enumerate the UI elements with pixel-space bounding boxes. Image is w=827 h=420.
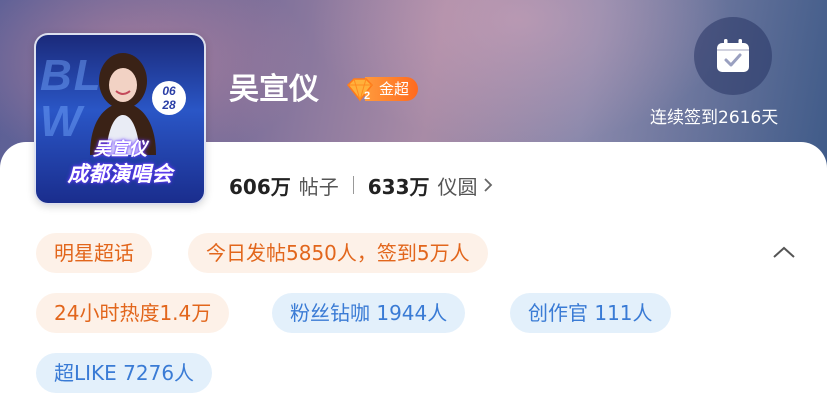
collapse-button[interactable] <box>768 238 800 266</box>
coins-count: 633万 <box>367 174 430 199</box>
cover-caption: 吴宣仪 成都演唱会 <box>36 139 204 187</box>
topic-cover-image[interactable]: BL W 06 28 吴宣仪 成都演唱会 <box>34 33 206 205</box>
level-badge[interactable]: 2 金超 <box>345 76 419 102</box>
cover-date-badge: 06 28 <box>152 81 186 115</box>
tag-category[interactable]: 明星超话 <box>36 233 152 273</box>
badge-gem-number: 2 <box>364 90 370 102</box>
calendar-check-icon <box>717 39 749 72</box>
checkin-button[interactable] <box>694 17 772 95</box>
checkin-streak-label: 连续签到2616天 <box>650 108 779 128</box>
tag-diamond-fans[interactable]: 粉丝钻咖 1944人 <box>272 293 466 333</box>
posts-label: 帖子 <box>298 174 339 199</box>
chevron-up-icon <box>773 246 795 258</box>
cover-caption-line1: 吴宣仪 <box>93 139 147 160</box>
posts-count: 606万 <box>229 174 291 199</box>
tag-creators[interactable]: 创作官 111人 <box>510 293 671 333</box>
tag-heat[interactable]: 24小时热度1.4万 <box>36 293 230 333</box>
tag-super-like[interactable]: 超LIKE 7276人 <box>36 353 213 393</box>
tag-today-activity[interactable]: 今日发帖5850人，签到5万人 <box>188 233 488 273</box>
topic-name: 吴宣仪 <box>229 72 319 107</box>
stats-divider <box>352 176 354 194</box>
stats-row: 606万 帖子 633万 仪圆 <box>229 168 494 202</box>
diamond-level-icon: 2 <box>346 78 374 102</box>
cover-caption-line2: 成都演唱会 <box>67 162 173 186</box>
coins-link[interactable]: 633万 仪圆 <box>368 171 494 200</box>
chevron-right-icon <box>483 178 492 192</box>
coins-label: 仪圆 <box>437 174 478 199</box>
